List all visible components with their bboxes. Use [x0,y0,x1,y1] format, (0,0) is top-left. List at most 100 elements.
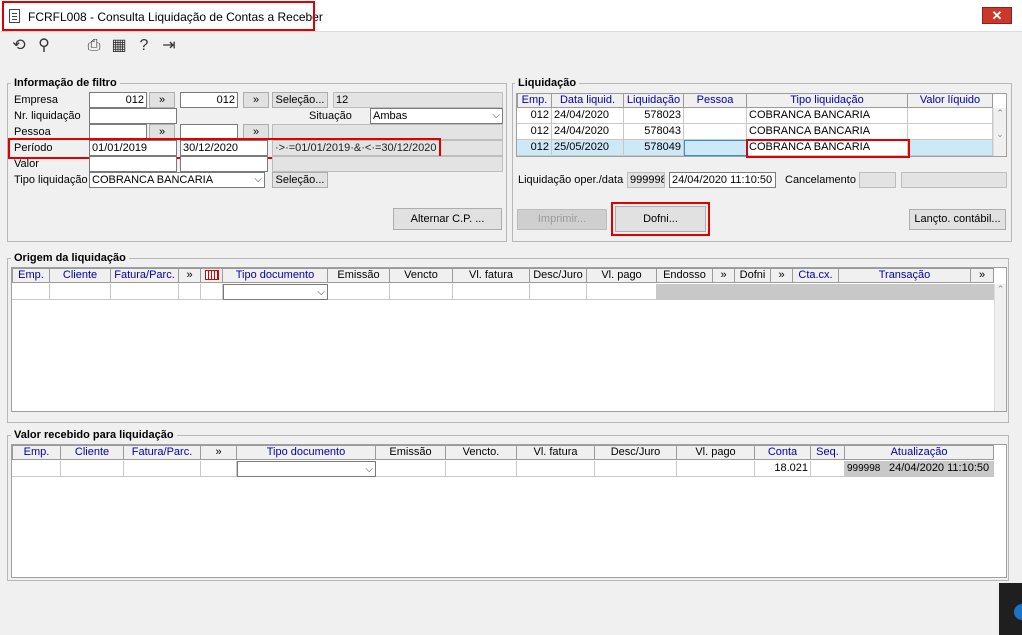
column-header[interactable]: Transação [839,268,971,283]
print-icon[interactable]: ⎙ [84,36,104,56]
situacao-value: Ambas [373,110,408,122]
column-header[interactable]: Cliente [61,445,124,460]
column-header[interactable]: Seq. [811,445,845,460]
column-header[interactable]: Atualização [845,445,994,460]
cell-valor [908,108,993,124]
alternar-cp-button[interactable]: Alternar C.P. ... [393,208,502,230]
cell-pessoa [684,124,747,140]
chevron-down-icon: ⌵ [254,174,262,185]
column-header[interactable]: Valor líquido [908,93,993,108]
origem-scrollbar[interactable]: ⌃ [994,284,1006,411]
close-button[interactable]: ✕ [982,7,1012,24]
valor-recebido-table-header: Emp. Cliente Fatura/Parc. » Tipo documen… [12,445,994,460]
column-header[interactable]: Tipo documento [223,268,328,283]
cell [179,284,201,300]
expand-button[interactable]: » [771,268,793,283]
calendar-icon[interactable] [201,268,223,283]
column-header[interactable]: Desc/Juro [595,445,677,460]
cell-data: 24/04/2020 [552,108,624,124]
cell [939,284,994,300]
empresa-selecao-button[interactable]: Seleção... [272,92,328,108]
cell-pessoa [684,108,747,124]
cell [875,284,939,300]
column-header[interactable]: Endosso [657,268,713,283]
tipo-documento-select[interactable]: ⌵ [223,284,328,300]
chevron-down-icon: ⌵ [365,464,373,475]
column-header[interactable]: Tipo documento [237,445,376,460]
column-header[interactable]: Vl. fatura [453,268,530,283]
cell-valor [908,124,993,140]
column-header[interactable]: Vl. fatura [517,445,595,460]
column-header[interactable]: Tipo liquidação [747,93,908,108]
cell-liquidacao: 578023 [624,108,684,124]
column-header[interactable]: Vencto. [446,445,517,460]
empresa-to-input[interactable]: 012 [180,92,238,108]
cell [12,461,61,477]
search-icon[interactable]: ⚲ [34,36,54,56]
empresa-from-input[interactable]: 012 [89,92,147,108]
cell [657,284,735,300]
column-header[interactable]: Dofni [735,268,771,283]
column-header[interactable]: Vl. pago [587,268,657,283]
column-header[interactable]: Fatura/Parc. [111,268,179,283]
tipo-liquidacao-highlight [746,139,910,158]
valor-to-input[interactable] [180,156,268,172]
cell-data: 24/04/2020 [552,124,624,140]
situacao-label: Situação [309,110,352,122]
column-header[interactable]: Vencto [390,268,453,283]
column-header[interactable]: Conta [755,445,811,460]
column-header[interactable]: Cta.cx. [793,268,839,283]
cell-emp: 012 [517,108,552,124]
column-header[interactable]: Emp. [12,268,50,283]
cell-liquidacao: 578049 [624,140,684,156]
exit-icon[interactable]: ⇥ [159,36,179,56]
column-header[interactable]: Desc/Juro [530,268,587,283]
cell-pessoa [684,140,747,156]
column-header[interactable]: Pessoa [684,93,747,108]
expand-button[interactable]: » [971,268,994,283]
tipo-liquidacao-selecao-button[interactable]: Seleção... [272,172,328,188]
valor-recebido-group-label: Valor recebido para liquidação [11,429,177,441]
expand-button[interactable]: » [201,445,237,460]
valor-description [272,156,503,172]
cell [124,461,201,477]
liquidacao-table-header: Emp. Data liquid. Liquidação Pessoa Tipo… [517,93,993,108]
column-header[interactable]: Cliente [50,268,111,283]
cell [376,461,446,477]
valor-from-input[interactable] [89,156,177,172]
nr-liquidacao-input[interactable] [89,108,177,124]
cell-data: 25/05/2020 [552,140,624,156]
imprimir-button[interactable]: Imprimir... [517,209,607,230]
valor-label: Valor [14,158,39,170]
liquidacao-scrollbar[interactable]: ⌃ ⌄ [993,108,1006,156]
calendar-icon[interactable]: ▦ [109,36,129,56]
empresa-range-button[interactable]: » [149,92,175,108]
empresa-range2-button[interactable]: » [243,92,269,108]
tipo-documento-select[interactable]: ⌵ [237,461,376,477]
dofni-highlight [611,202,710,236]
column-header[interactable]: Emissão [376,445,446,460]
column-header[interactable]: Emissão [328,268,390,283]
cancelamento-date [901,172,1007,188]
chevron-down-icon: ⌵ [317,287,325,298]
refresh-icon[interactable]: ⟲ [9,36,29,56]
expand-button[interactable]: » [713,268,735,283]
cell [839,284,875,300]
expand-button[interactable]: » [179,268,201,283]
cell [453,284,530,300]
column-header[interactable]: Liquidação [624,93,684,108]
column-header[interactable]: Fatura/Parc. [124,445,201,460]
cell [50,284,111,300]
column-header[interactable]: Emp. [12,445,61,460]
cancelamento-label: Cancelamento [785,174,856,186]
situacao-select[interactable]: Ambas ⌵ [370,108,503,124]
liquidacao-oper-date[interactable]: 24/04/2020 11:10:50 [669,172,776,188]
column-header[interactable]: Vl. pago [677,445,755,460]
lancto-contabil-button[interactable]: Lançto. contábil... [909,209,1006,230]
nr-liquidacao-label: Nr. liquidação [14,110,81,122]
tipo-liquidacao-select[interactable]: COBRANCA BANCARIA ⌵ [89,172,265,188]
column-header[interactable]: Data liquid. [552,93,624,108]
help-icon[interactable]: ? [134,36,154,56]
column-header[interactable]: Emp. [517,93,552,108]
cell [111,284,179,300]
